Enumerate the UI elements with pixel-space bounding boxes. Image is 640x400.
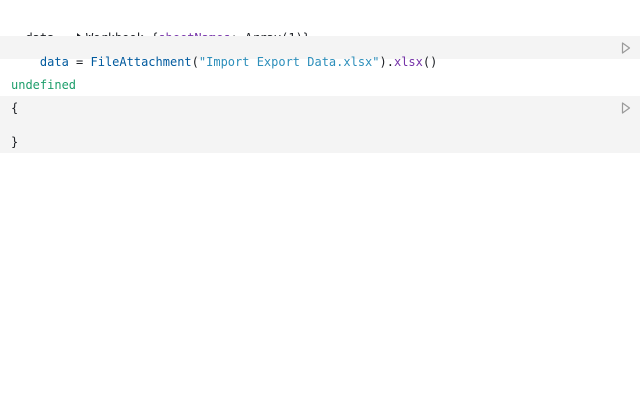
play-outline-icon[interactable]	[621, 102, 631, 114]
code-line-close-brace[interactable]: }	[11, 135, 18, 149]
code-method: xlsx	[393, 55, 423, 69]
code-paren-open: (	[191, 55, 199, 69]
code-call: ()	[422, 55, 438, 69]
code-equals: =	[68, 55, 91, 69]
code-variable: data	[39, 55, 69, 69]
cell2-output: undefined	[11, 78, 77, 92]
code-line[interactable]: data = FileAttachment("Import Export Dat…	[11, 41, 437, 83]
code-paren-close: ).	[379, 55, 394, 69]
play-outline-icon[interactable]	[621, 42, 631, 54]
code-string: "Import Export Data.xlsx"	[198, 55, 380, 69]
code-line-open-brace[interactable]: {	[11, 101, 18, 115]
code-cell-1[interactable]: data = FileAttachment("Import Export Dat…	[0, 36, 640, 69]
code-cell-2[interactable]: { }	[0, 96, 640, 153]
code-function: FileAttachment	[90, 55, 192, 69]
